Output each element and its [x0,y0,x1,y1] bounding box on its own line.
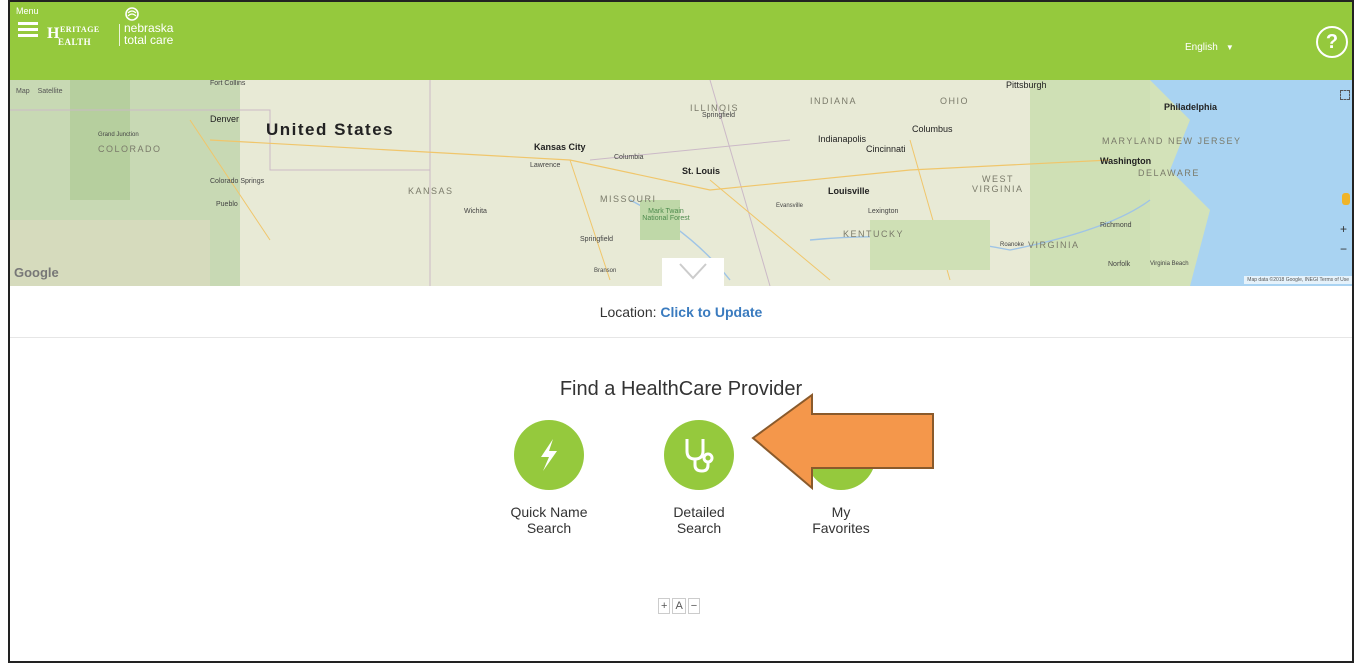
map-forest-label: Mark Twain National Forest [642,208,690,222]
detailed-search-label: Detailed Search [673,504,725,536]
google-logo: Google [14,265,59,280]
map-city-label: Columbia [614,154,644,161]
chevron-down-icon: ▼ [1225,43,1234,52]
map-state-label: DELAWARE [1138,168,1200,178]
lightning-icon [541,439,557,471]
map-city-label: Norfolk [1108,261,1131,268]
app-frame: Menu HERITAGE EALTH nebraska total care … [8,0,1354,663]
stethoscope-icon [685,439,714,473]
top-navigation-bar: Menu HERITAGE EALTH nebraska total care … [10,2,1352,80]
language-label: English [1185,42,1218,53]
map-state-label: NEW JERSEY [1168,136,1242,146]
map-city-label: Grand Junction [98,132,139,138]
map-city-label: Denver [210,114,240,124]
hamburger-menu-icon[interactable] [18,22,38,37]
map-state-label: INDIANA [810,96,858,106]
map-city-label: Columbus [912,124,953,134]
font-reset-button[interactable]: A [672,598,686,614]
language-selector[interactable]: English ▼ [1185,42,1234,53]
nebraska-logo-icon [125,7,139,21]
map-state-label: MISSOURI [600,194,657,204]
map-view[interactable]: Map Satellite United States COLORADO KAN… [10,80,1352,286]
quick-name-search-button[interactable]: Quick Name Search [494,420,604,536]
map-city-label: Pueblo [216,201,238,208]
zoom-in-button[interactable]: + [1340,222,1350,236]
map-city-label: Cincinnati [866,144,906,154]
map-city-label: Virginia Beach [1150,261,1189,267]
map-attribution[interactable]: Map data ©2018 Google, INEGI Terms of Us… [1244,276,1352,284]
map-city-label: St. Louis [682,166,720,176]
map-city-label: Philadelphia [1164,102,1218,112]
font-increase-button[interactable]: + [658,598,671,614]
quick-name-search-circle [514,420,584,490]
help-button[interactable]: ? [1316,26,1348,58]
menu-label: Menu [16,6,39,16]
map-city-label: Springfield [580,236,614,243]
map-state-label: KANSAS [408,186,454,196]
detailed-search-button[interactable]: Detailed Search [644,420,754,536]
nebraska-total-care-logo: nebraska total care [124,21,174,47]
street-view-pegman-icon[interactable] [1342,193,1350,205]
map-country-label: United States [266,120,395,139]
chevron-down-icon [679,263,707,280]
font-size-controls: + A − [658,598,701,614]
map-type-satellite-button[interactable]: Satellite [38,88,63,95]
map-state-label: OHIO [940,96,970,106]
fullscreen-icon[interactable] [1340,90,1350,100]
map-state-label: KENTUCKY [843,229,905,239]
map-city-label: Colorado Springs [210,178,265,185]
my-favorites-label: My Favorites [812,504,870,536]
map-city-label: Pittsburgh [1006,80,1047,90]
map-state-label: MARYLAND [1102,136,1164,146]
location-bar: Location: Click to Update [10,286,1352,338]
map-state-label: VIRGINIA [972,184,1024,194]
map-city-label: Louisville [828,186,870,196]
map-city-label: Washington [1100,156,1152,166]
map-city-label: Kansas City [534,142,586,152]
quick-name-search-label: Quick Name Search [510,504,588,536]
map-city-label: Roanoke [1000,242,1025,248]
map-city-label: Wichita [464,208,487,215]
heritage-health-logo: HERITAGE EALTH [47,25,100,47]
map-collapse-tab[interactable] [662,258,724,286]
location-prefix: Location: [599,304,657,320]
map-city-label: Richmond [1100,222,1132,229]
map-city-label: Evansville [776,203,804,209]
map-state-label: VIRGINIA [1028,240,1080,250]
map-city-label: Lawrence [530,162,561,169]
map-city-label: Branson [594,268,617,274]
page-title: Find a HealthCare Provider [559,378,803,400]
map-state-label: COLORADO [98,144,162,154]
brand-divider [119,24,120,46]
annotation-arrow-icon [751,393,934,491]
map-city-label: Springfield [702,112,736,119]
font-decrease-button[interactable]: − [687,598,701,614]
map-type-control: Map Satellite [16,88,68,95]
map-state-label: WEST [982,174,1014,184]
map-city-label: Indianapolis [818,134,867,144]
update-location-link[interactable]: Click to Update [660,304,762,320]
map-type-map-button[interactable]: Map [16,88,30,95]
detailed-search-circle [664,420,734,490]
map-city-label: Lexington [868,208,899,215]
zoom-out-button[interactable]: − [1340,242,1350,256]
map-city-label: Fort Collins [210,80,246,87]
